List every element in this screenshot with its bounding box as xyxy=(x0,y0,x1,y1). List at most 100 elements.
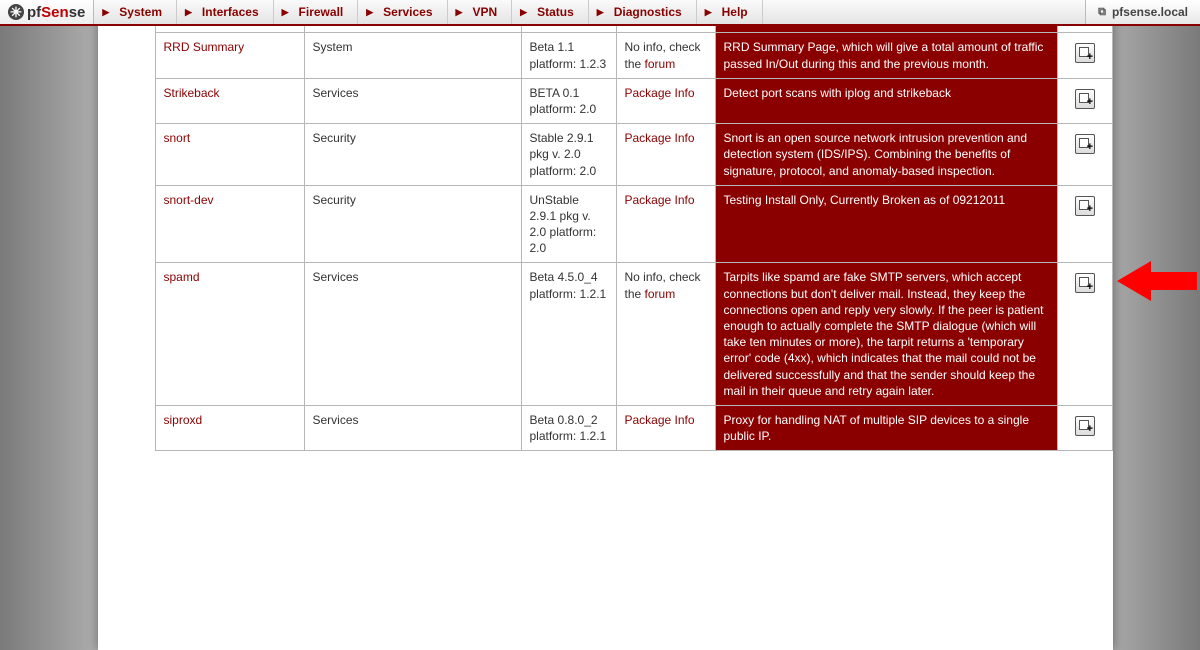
cell-package-name: siproxd xyxy=(155,405,304,450)
package-link[interactable]: spamd xyxy=(164,270,200,284)
cell-version: Beta 1.1 platform: 1.2.3 xyxy=(521,33,616,78)
package-link[interactable]: RRD Summary xyxy=(164,40,245,54)
cell-action xyxy=(1058,185,1113,263)
menu-item-label: Diagnostics xyxy=(614,5,682,19)
cell-package-name: spamd xyxy=(155,263,304,406)
cell-version: BETA 0.1 platform: 2.0 xyxy=(521,78,616,123)
menu-caret-icon: ▶ xyxy=(366,7,373,18)
logo: ✳ pfSense xyxy=(0,0,94,24)
cell-package-name xyxy=(155,26,304,33)
host-icon: ⧉ xyxy=(1098,6,1106,19)
menu-caret-icon: ▶ xyxy=(185,7,192,18)
cell-category: Services xyxy=(304,263,521,406)
cell-category: Services xyxy=(304,405,521,450)
packages-table: 0.91 platform: 1.2.3Infoyou to run jails… xyxy=(98,26,1113,451)
logo-text: pfSense xyxy=(27,4,85,21)
cell-package-name: Strikeback xyxy=(155,78,304,123)
cell-version: 0.91 platform: 1.2.3 xyxy=(521,26,616,33)
table-row: spamdServicesBeta 4.5.0_4 platform: 1.2.… xyxy=(98,263,1113,406)
info-link[interactable]: Package Info xyxy=(625,86,695,100)
install-button[interactable] xyxy=(1075,416,1095,436)
menu-item-diagnostics[interactable]: ▶ Diagnostics xyxy=(589,0,697,24)
main-menu: ▶ System ▶ Interfaces ▶ Firewall ▶ Services ▶ VPN… xyxy=(94,0,1085,24)
info-link[interactable]: Package Info xyxy=(625,131,695,145)
menu-item-services[interactable]: ▶ Services xyxy=(358,0,447,24)
cell-package-name: RRD Summary xyxy=(155,33,304,78)
menu-item-label: Firewall xyxy=(299,5,344,19)
package-link[interactable]: snort-dev xyxy=(164,193,214,207)
cell-info: Package Info xyxy=(616,405,715,450)
menu-caret-icon: ▶ xyxy=(102,7,109,18)
menu-item-help[interactable]: ▶ Help xyxy=(697,0,763,24)
table-row: RRD Summary SystemBeta 1.1 platform: 1.2.… xyxy=(98,33,1113,78)
cell-description: Proxy for handling NAT of multiple SIP d… xyxy=(715,405,1058,450)
cell-description: Testing Install Only, Currently Broken a… xyxy=(715,185,1058,263)
table-row: Strikeback ServicesBETA 0.1 platform: 2.0… xyxy=(98,78,1113,123)
menu-item-label: Services xyxy=(383,5,432,19)
table-row: siproxd ServicesBeta 0.8.0_2 platform: 1.… xyxy=(98,405,1113,450)
info-link[interactable]: Package Info xyxy=(625,413,695,427)
menu-caret-icon: ▶ xyxy=(597,7,604,18)
menu-caret-icon: ▶ xyxy=(456,7,463,18)
cell-package-name: snort-dev xyxy=(155,185,304,263)
menu-item-label: Help xyxy=(722,5,748,19)
cell-description: Tarpits like spamd are fake SMTP servers… xyxy=(715,263,1058,406)
cell-description: Snort is an open source network intrusio… xyxy=(715,124,1058,186)
cell-description: you to run jails on pfSense. xyxy=(715,26,1058,33)
cell-version: Beta 0.8.0_2 platform: 1.2.1 xyxy=(521,405,616,450)
menu-caret-icon: ▶ xyxy=(705,7,712,18)
callout-arrow-icon xyxy=(1117,259,1197,303)
cell-version: Stable 2.9.1 pkg v. 2.0 platform: 2.0 xyxy=(521,124,616,186)
cell-action xyxy=(1058,405,1113,450)
menu-item-firewall[interactable]: ▶ Firewall xyxy=(274,0,359,24)
cell-category xyxy=(304,26,521,33)
cell-action xyxy=(1058,33,1113,78)
cell-category: Security xyxy=(304,124,521,186)
cell-action xyxy=(1058,263,1113,406)
cell-description: RRD Summary Page, which will give a tota… xyxy=(715,33,1058,78)
menu-item-label: Interfaces xyxy=(202,5,259,19)
logo-mark-icon: ✳ xyxy=(8,4,24,20)
menu-item-label: VPN xyxy=(472,5,497,19)
hostname-label: pfsense.local xyxy=(1112,5,1188,19)
install-button[interactable] xyxy=(1075,43,1095,63)
package-link[interactable]: Strikeback xyxy=(164,86,220,100)
table-row: 0.91 platform: 1.2.3Infoyou to run jails… xyxy=(98,26,1113,33)
cell-action xyxy=(1058,124,1113,186)
cell-info: Package Info xyxy=(616,124,715,186)
cell-description: Detect port scans with iplog and strikeb… xyxy=(715,78,1058,123)
packages-scroll: 0.91 platform: 1.2.3Infoyou to run jails… xyxy=(98,26,1113,650)
install-button[interactable] xyxy=(1075,89,1095,109)
cell-category: Security xyxy=(304,185,521,263)
install-button[interactable] xyxy=(1075,273,1095,293)
cell-category: System xyxy=(304,33,521,78)
cell-info: No info, check the forum xyxy=(616,33,715,78)
info-link[interactable]: forum xyxy=(645,57,676,71)
cell-info: No info, check the forum xyxy=(616,263,715,406)
menu-caret-icon: ▶ xyxy=(282,7,289,18)
cell-action xyxy=(1058,78,1113,123)
menu-caret-icon: ▶ xyxy=(520,7,527,18)
package-link[interactable]: siproxd xyxy=(164,413,203,427)
menu-item-vpn[interactable]: ▶ VPN xyxy=(448,0,513,24)
cell-info: Info xyxy=(616,26,715,33)
install-button[interactable] xyxy=(1075,196,1095,216)
table-row: snort SecurityStable 2.9.1 pkg v. 2.0 pla… xyxy=(98,124,1113,186)
menu-item-label: System xyxy=(119,5,162,19)
menu-item-system[interactable]: ▶ System xyxy=(94,0,177,24)
cell-package-name: snort xyxy=(155,124,304,186)
cell-info: Package Info xyxy=(616,185,715,263)
cell-category: Services xyxy=(304,78,521,123)
menu-item-label: Status xyxy=(537,5,574,19)
cell-version: UnStable 2.9.1 pkg v. 2.0 platform: 2.0 xyxy=(521,185,616,263)
hostname-display: ⧉ pfsense.local xyxy=(1085,0,1200,24)
menu-item-status[interactable]: ▶ Status xyxy=(512,0,589,24)
install-button[interactable] xyxy=(1075,134,1095,154)
table-row: snort-dev SecurityUnStable 2.9.1 pkg v. 2… xyxy=(98,185,1113,263)
content-panel: 0.91 platform: 1.2.3Infoyou to run jails… xyxy=(98,0,1113,650)
top-nav: ✳ pfSense ▶ System ▶ Interfaces ▶ Firewall ▶ Se… xyxy=(0,0,1200,26)
package-link[interactable]: snort xyxy=(164,131,191,145)
menu-item-interfaces[interactable]: ▶ Interfaces xyxy=(177,0,274,24)
info-link[interactable]: forum xyxy=(645,287,676,301)
info-link[interactable]: Package Info xyxy=(625,193,695,207)
